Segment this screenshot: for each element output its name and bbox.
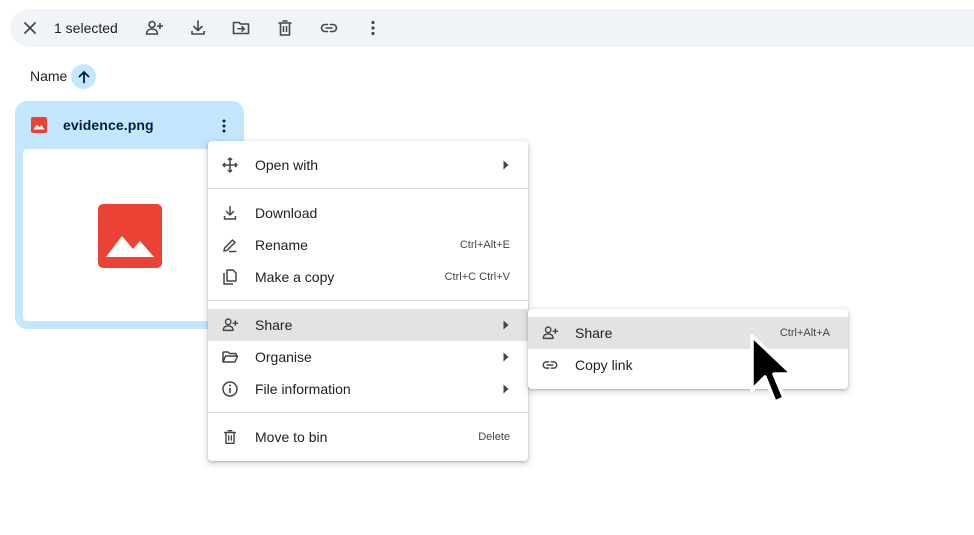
link-icon: [542, 361, 558, 369]
menu-divider: [208, 300, 528, 301]
submenu-item-label: Copy link: [575, 357, 633, 373]
share-icon: [222, 318, 239, 332]
menu-item-organise[interactable]: Organise: [208, 341, 528, 373]
open-with-icon: [222, 157, 238, 173]
menu-item-label: Open with: [255, 157, 319, 173]
menu-item-share[interactable]: Share: [208, 309, 528, 341]
image-icon: [31, 117, 47, 133]
sort-direction-button[interactable]: [71, 64, 96, 89]
file-type-icon-wrap: [31, 117, 47, 133]
shortcut-label: Ctrl+Alt+E: [459, 239, 510, 251]
shortcut-label: Delete: [478, 431, 510, 443]
delete-icon: [223, 429, 237, 445]
mouse-cursor: [748, 332, 796, 412]
file-thumbnail[interactable]: [23, 149, 236, 321]
info-icon: [222, 381, 238, 397]
more-actions-button[interactable]: [361, 16, 385, 40]
share-submenu: Share Ctrl+Alt+A Copy link: [528, 309, 848, 389]
download-button[interactable]: [186, 16, 210, 40]
menu-item-label: Rename: [255, 237, 308, 253]
menu-item-label: Organise: [255, 349, 312, 365]
close-selection-button[interactable]: [18, 16, 42, 40]
menu-item-rename[interactable]: Rename Ctrl+Alt+E: [208, 229, 528, 261]
menu-divider: [208, 412, 528, 413]
sort-label[interactable]: Name: [30, 68, 67, 84]
submenu-item-share[interactable]: Share Ctrl+Alt+A: [528, 317, 848, 349]
thumbnail-placeholder: [98, 204, 162, 268]
shortcut-label: Ctrl+C Ctrl+V: [444, 271, 510, 283]
share-icon: [542, 326, 559, 340]
chevron-right-icon: [503, 320, 509, 330]
share-button[interactable]: [142, 16, 166, 40]
menu-divider: [208, 188, 528, 189]
close-icon: [24, 22, 36, 34]
share-icon: [145, 20, 163, 35]
chevron-right-icon: [503, 160, 509, 170]
move-button[interactable]: [229, 16, 253, 40]
arrow-up-icon: [78, 70, 89, 83]
menu-item-label: File information: [255, 381, 351, 397]
download-icon: [223, 205, 237, 220]
chevron-right-icon: [503, 384, 509, 394]
folder-open-icon: [222, 351, 239, 363]
chevron-right-icon: [503, 352, 509, 362]
menu-item-move-to-bin[interactable]: Move to bin Delete: [208, 421, 528, 453]
download-icon: [191, 20, 205, 35]
menu-item-open-with[interactable]: Open with: [208, 149, 528, 181]
file-name: evidence.png: [63, 117, 154, 133]
menu-item-file-information[interactable]: File information: [208, 373, 528, 405]
move-icon: [232, 21, 250, 35]
image-placeholder-icon: [98, 204, 162, 268]
selection-toolbar: 1 selected: [10, 9, 974, 47]
menu-item-label: Download: [255, 205, 318, 221]
menu-item-make-copy[interactable]: Make a copy Ctrl+C Ctrl+V: [208, 261, 528, 293]
submenu-item-label: Share: [575, 325, 613, 341]
copy-link-button[interactable]: [317, 16, 341, 40]
more-vert-icon: [371, 20, 375, 36]
delete-icon: [278, 20, 292, 36]
link-icon: [320, 23, 338, 33]
submenu-item-copy-link[interactable]: Copy link: [528, 349, 848, 381]
menu-item-download[interactable]: Download: [208, 197, 528, 229]
file-more-button[interactable]: [212, 114, 236, 138]
menu-item-label: Move to bin: [255, 429, 328, 445]
menu-item-label: Make a copy: [255, 269, 335, 285]
copy-icon: [223, 269, 237, 285]
cursor-arrow-icon: [750, 334, 794, 404]
context-menu: Open with Download Rename Ctrl+Alt+E Mak…: [208, 141, 528, 461]
more-vert-icon: [222, 119, 226, 133]
menu-item-label: Share: [255, 317, 293, 333]
rename-icon: [223, 239, 237, 253]
selected-count: 1 selected: [54, 20, 118, 36]
delete-button[interactable]: [273, 16, 297, 40]
